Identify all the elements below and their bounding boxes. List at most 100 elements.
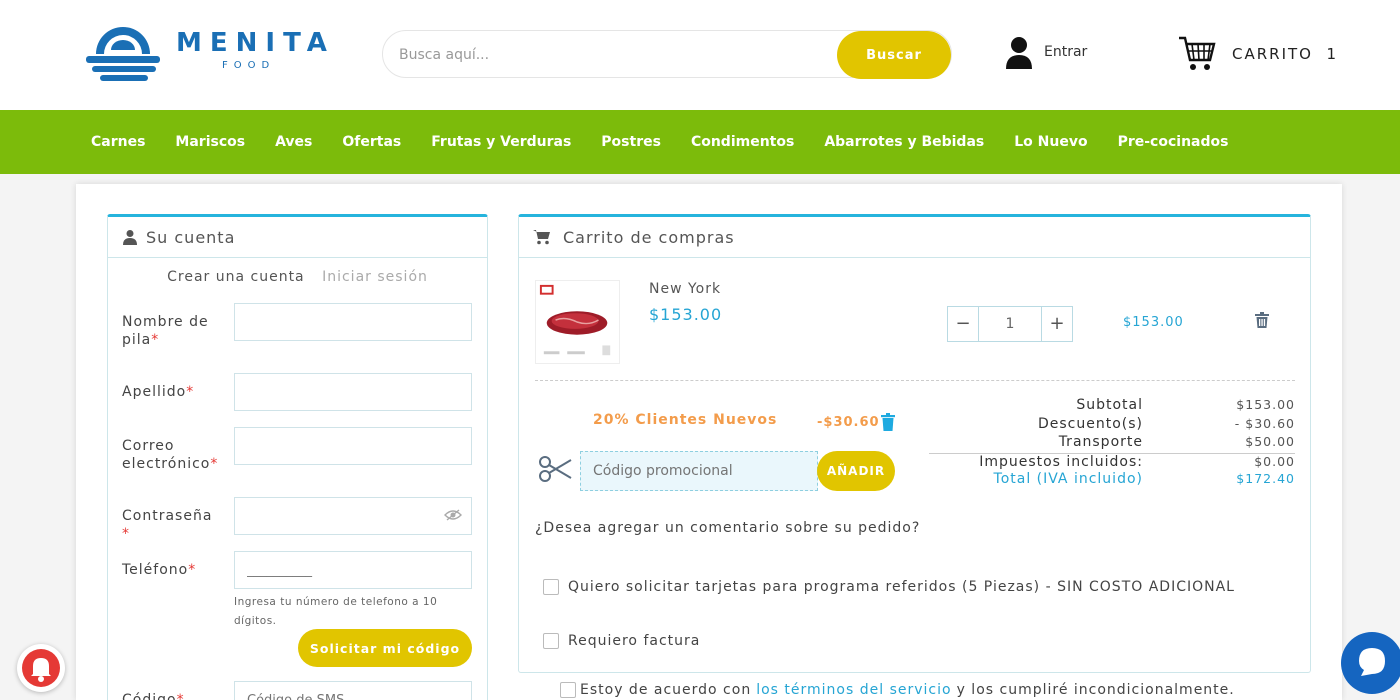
totals-row-total: Total (IVA incluido) $172.40 xyxy=(929,471,1295,490)
main-nav: Carnes Mariscos Aves Ofertas Frutas y Ve… xyxy=(0,110,1400,174)
nav-item-ofertas[interactable]: Ofertas xyxy=(327,134,416,150)
quantity-value[interactable]: 1 xyxy=(978,307,1042,341)
bell-icon xyxy=(22,649,60,687)
scissors-icon xyxy=(539,456,572,482)
trash-icon[interactable] xyxy=(1255,312,1269,328)
totals-label: Transporte xyxy=(1058,434,1143,450)
brand-sub: FOOD xyxy=(222,60,276,71)
totals-value: $172.40 xyxy=(1236,471,1295,486)
cart-label: CARRITO 1 xyxy=(1232,45,1338,63)
tab-login[interactable]: Iniciar sesión xyxy=(322,269,428,285)
totals-value: $50.00 xyxy=(1245,434,1295,449)
quantity-stepper: − 1 + xyxy=(947,306,1073,342)
nav-item-carnes[interactable]: Carnes xyxy=(76,134,160,150)
chat-bubble-icon xyxy=(1359,648,1385,676)
email-label-text: Correo electrónico xyxy=(122,438,211,472)
terms-link[interactable]: los términos del servicio xyxy=(756,682,951,698)
totals-row-taxes: Impuestos incluidos: $0.00 xyxy=(929,452,1295,472)
totals-label: Total (IVA incluido) xyxy=(993,471,1143,487)
required-mark: * xyxy=(186,384,195,400)
nav-item-condimentos[interactable]: Condimentos xyxy=(676,134,809,150)
referrals-option[interactable]: Quiero solicitar tarjetas para programa … xyxy=(543,579,1235,595)
promo-code-input[interactable] xyxy=(580,451,818,491)
first-name-label: Nombre de pila* xyxy=(122,313,222,349)
request-code-button[interactable]: Solicitar mi código xyxy=(298,629,472,667)
shopping-cart-icon xyxy=(1179,36,1216,70)
required-mark: * xyxy=(188,562,197,578)
password-label-text: Contraseña xyxy=(122,508,213,524)
line-total: $153.00 xyxy=(1123,315,1184,330)
cart-label-text: CARRITO xyxy=(1232,45,1313,63)
phone-hint: Ingresa tu número de telefono a 10 dígit… xyxy=(234,596,438,627)
invoice-checkbox[interactable] xyxy=(543,633,559,649)
totals-row-discount: Descuento(s) - $30.60 xyxy=(929,416,1295,435)
nav-item-frutas-verduras[interactable]: Frutas y Verduras xyxy=(416,134,586,150)
terms-checkbox[interactable] xyxy=(560,682,576,698)
divider xyxy=(535,380,1295,381)
product-price: $153.00 xyxy=(649,305,723,324)
logo-icon xyxy=(86,27,160,81)
decrease-quantity-button[interactable]: − xyxy=(948,307,978,341)
required-mark: * xyxy=(210,456,219,472)
totals-value: - $30.60 xyxy=(1234,415,1295,431)
notification-bell-button[interactable] xyxy=(17,644,65,692)
required-mark: * xyxy=(151,332,160,348)
nav-item-mariscos[interactable]: Mariscos xyxy=(160,134,260,150)
first-name-field[interactable] xyxy=(234,303,472,341)
applied-promo-name: 20% Clientes Nuevos xyxy=(593,412,778,428)
applied-promo-amount: -$30.60 xyxy=(817,415,880,430)
nav-item-postres[interactable]: Postres xyxy=(586,134,676,150)
nav-item-abarrotes-bebidas[interactable]: Abarrotes y Bebidas xyxy=(809,134,999,150)
product-name[interactable]: New York xyxy=(649,281,721,297)
login-label: Entrar xyxy=(1044,44,1088,60)
first-name-label-text: Nombre de pila xyxy=(122,314,209,348)
chat-widget-button[interactable] xyxy=(1341,632,1400,694)
cart-panel-header: Carrito de compras xyxy=(519,217,1310,258)
search-button[interactable]: Buscar xyxy=(837,31,951,79)
password-field[interactable] xyxy=(234,497,472,535)
shopping-cart-icon xyxy=(533,230,550,245)
code-label: Código* xyxy=(122,691,222,700)
sms-code-field[interactable] xyxy=(234,681,472,700)
apply-promo-button[interactable]: AÑADIR xyxy=(817,451,895,491)
phone-label: Teléfono* xyxy=(122,561,222,579)
last-name-field[interactable] xyxy=(234,373,472,411)
totals-value: $153.00 xyxy=(1236,397,1295,412)
terms-text-pre: Estoy de acuerdo con xyxy=(580,682,752,698)
brand-name: MENITA xyxy=(176,28,335,58)
search-input[interactable] xyxy=(399,43,819,67)
required-mark: * xyxy=(122,526,130,542)
eye-slash-icon[interactable] xyxy=(444,509,462,521)
search-bar: Buscar xyxy=(382,30,952,79)
cart-title: Carrito de compras xyxy=(563,228,735,247)
invoice-label: Requiero factura xyxy=(568,633,701,649)
nav-item-aves[interactable]: Aves xyxy=(260,134,327,150)
steak-image xyxy=(539,284,611,356)
phone-label-text: Teléfono xyxy=(122,562,189,578)
email-label: Correo electrónico* xyxy=(122,437,222,473)
account-tabs: Crear una cuenta Iniciar sesión xyxy=(108,269,487,285)
remove-promo-icon[interactable] xyxy=(881,413,895,431)
phone-field[interactable] xyxy=(234,551,472,589)
cart-panel: Carrito de compras New York $153.00 − 1 … xyxy=(518,214,1311,673)
product-image[interactable] xyxy=(535,280,620,364)
site-header: MENITA FOOD Buscar Entrar CARRITO 1 xyxy=(0,0,1400,110)
last-name-label: Apellido* xyxy=(122,383,222,401)
nav-item-lo-nuevo[interactable]: Lo Nuevo xyxy=(999,134,1102,150)
totals-row-shipping: Transporte $50.00 xyxy=(929,434,1295,453)
email-field[interactable] xyxy=(234,427,472,465)
brand-logo[interactable]: MENITA FOOD xyxy=(84,20,327,84)
account-panel: Su cuenta Crear una cuenta Iniciar sesió… xyxy=(107,214,488,700)
referrals-checkbox[interactable] xyxy=(543,579,559,595)
comment-prompt[interactable]: ¿Desea agregar un comentario sobre su pe… xyxy=(535,520,920,536)
nav-item-pre-cocinados[interactable]: Pre-cocinados xyxy=(1103,134,1244,150)
tab-create-account[interactable]: Crear una cuenta xyxy=(167,269,305,285)
required-mark: * xyxy=(176,692,185,700)
account-title: Su cuenta xyxy=(146,228,236,247)
invoice-option[interactable]: Requiero factura xyxy=(543,633,700,649)
totals-row-subtotal: Subtotal $153.00 xyxy=(929,397,1295,416)
increase-quantity-button[interactable]: + xyxy=(1042,307,1072,341)
totals-label: Subtotal xyxy=(1076,397,1143,413)
cart-count: 1 xyxy=(1326,45,1339,63)
account-panel-header: Su cuenta xyxy=(108,217,487,258)
